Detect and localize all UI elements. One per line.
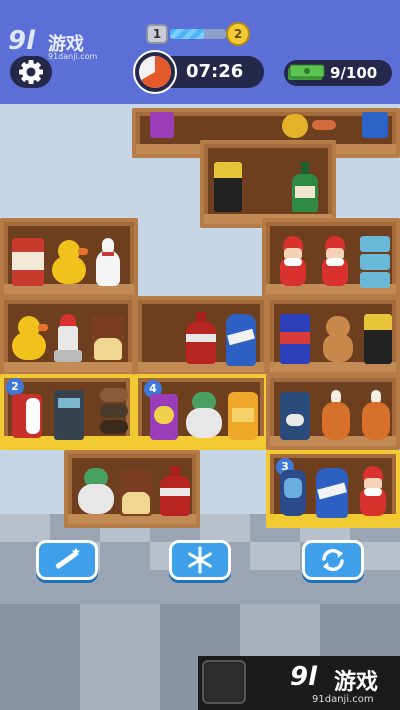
energy-drink-bottle[interactable] [316, 468, 348, 518]
santa-figure[interactable] [358, 466, 388, 518]
shelf-coffee-drink[interactable]: 2 [0, 374, 134, 450]
magic-wand-button[interactable] [36, 540, 98, 580]
chocolate-bar[interactable] [92, 316, 124, 362]
chips-can[interactable] [150, 394, 178, 440]
cash-stack-icon [288, 64, 325, 80]
shuffle-button[interactable] [302, 540, 364, 580]
macaron-stack[interactable] [100, 388, 128, 440]
rubber-duck[interactable] [52, 240, 88, 286]
timer-value: 07:26 [186, 61, 244, 82]
sausage[interactable] [312, 120, 336, 130]
bird-figure[interactable] [78, 468, 114, 516]
tomato-can[interactable] [12, 238, 44, 286]
watermark-domain: 91danji.com [312, 694, 374, 705]
watermark-name: 游戏 [334, 670, 379, 695]
level-current-badge: 1 [146, 24, 168, 44]
watermark: 9l 游戏 91danji.com [198, 656, 400, 710]
toy-rocket[interactable] [54, 314, 82, 364]
santa-figure[interactable] [320, 236, 350, 288]
red-soda-can[interactable] [12, 394, 42, 438]
level-progress-track [170, 29, 226, 39]
timer-pie-icon [133, 50, 177, 94]
cola-bottle[interactable] [186, 312, 216, 366]
rubber-duck[interactable] [12, 316, 48, 362]
rubber-duck[interactable] [282, 114, 308, 138]
shelf-lantern-chicken[interactable] [266, 374, 400, 450]
cola-bottle[interactable] [160, 466, 190, 518]
blue-soda-can[interactable] [280, 314, 310, 364]
battery[interactable] [214, 162, 242, 212]
magic-wand-icon [55, 547, 81, 569]
shelf-duck-rocket-choc[interactable] [0, 296, 136, 376]
shelf-chips-bird-oil[interactable]: 4 [134, 374, 268, 450]
shelf-battery-soda[interactable] [200, 140, 336, 228]
fish-tin-stack[interactable] [360, 236, 390, 288]
level-next-badge: 2 [226, 22, 250, 46]
collection-value: 9/100 [330, 64, 378, 82]
energy-drink-bottle[interactable] [226, 314, 256, 366]
settings-button[interactable] [10, 56, 52, 88]
electric-shaver[interactable] [280, 470, 306, 516]
level-progress-fill [170, 29, 204, 39]
shelf-bird-choc-cola[interactable] [64, 450, 200, 528]
blue-can[interactable] [362, 112, 388, 138]
level-current-label: 1 [152, 27, 162, 41]
freeze-button[interactable] [169, 540, 231, 580]
teddy-bear[interactable] [320, 316, 356, 364]
site-logo-mark: 9l [8, 26, 36, 56]
level-progress: 1 2 [146, 22, 252, 46]
bowling-pin[interactable] [96, 238, 120, 288]
watermark-logo: 9l [290, 662, 318, 692]
snowflake-icon [188, 546, 212, 574]
settings-gear-icon [19, 60, 43, 84]
chicken-leg[interactable] [362, 390, 390, 440]
shelf-cola-energy[interactable] [134, 296, 268, 376]
shelf-can-bear-battery[interactable] [266, 296, 400, 376]
shuffle-icon [322, 548, 344, 572]
timer-display: 07:26 [133, 50, 264, 94]
bird-figure[interactable] [186, 392, 222, 440]
collection-counter: 9/100 [284, 60, 392, 86]
shelf-shaver-santa[interactable]: 3 [266, 450, 400, 528]
purple-can[interactable] [150, 112, 174, 138]
oil-jug[interactable] [228, 392, 258, 440]
chicken-leg[interactable] [322, 390, 350, 440]
watermark-logo-icon [202, 660, 246, 704]
green-soda-bottle[interactable] [292, 162, 318, 212]
level-next-label: 2 [233, 27, 243, 41]
santa-figure[interactable] [278, 236, 308, 288]
shelf-santas-tins[interactable] [262, 218, 400, 298]
shelf-cans-duck-pin[interactable] [0, 218, 138, 298]
battery[interactable] [364, 314, 392, 364]
coffee-machine[interactable] [54, 390, 84, 440]
lantern[interactable] [280, 392, 310, 440]
site-logo-domain: 91danji.com [48, 52, 98, 61]
chocolate-bar[interactable] [120, 470, 152, 516]
